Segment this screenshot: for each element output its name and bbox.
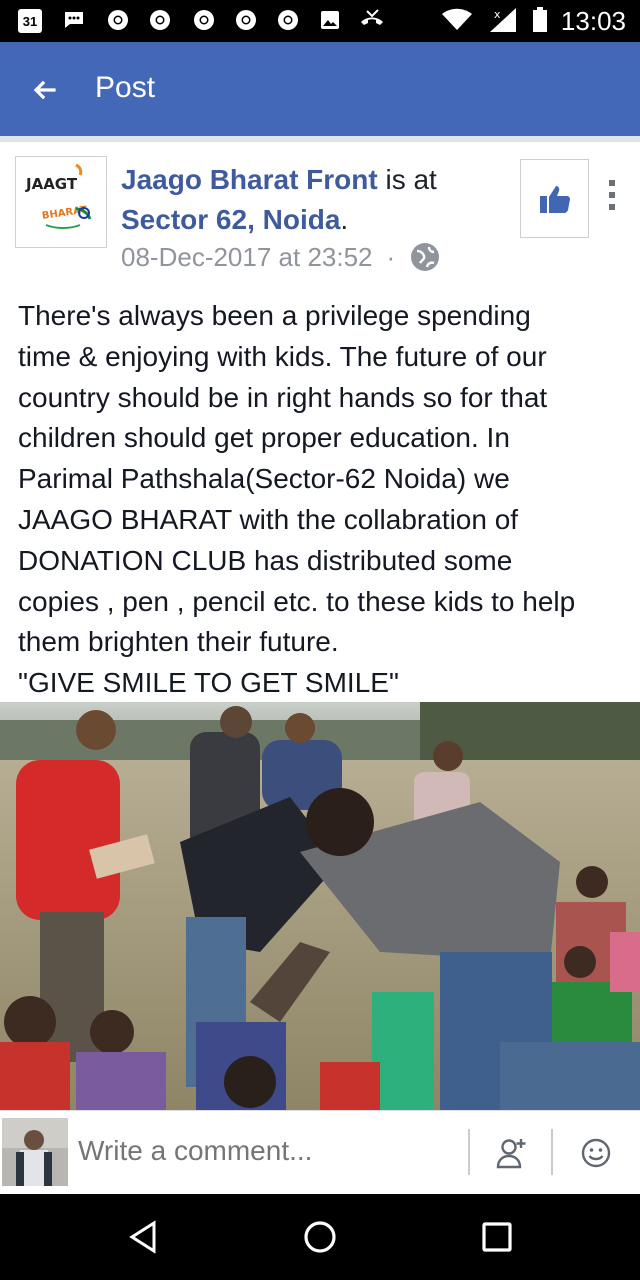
post-text-line: them brighten their future. bbox=[18, 626, 339, 658]
app-header: Post bbox=[0, 42, 640, 136]
comment-bar-divider bbox=[468, 1129, 470, 1175]
more-vertical-icon bbox=[609, 180, 615, 186]
smiley-icon bbox=[581, 1138, 611, 1168]
home-circle-icon bbox=[304, 1221, 336, 1253]
svg-text:x: x bbox=[494, 8, 501, 21]
clock: 13:03 bbox=[560, 6, 626, 36]
post-menu-button[interactable] bbox=[602, 170, 622, 220]
post-body: There's always been a privilege spending… bbox=[18, 296, 630, 704]
post-text-line: DONATION CLUB has distributed some bbox=[18, 544, 513, 576]
wifi-icon bbox=[440, 6, 474, 34]
user-avatar bbox=[2, 1118, 68, 1186]
like-page-button[interactable] bbox=[520, 159, 589, 238]
post-text-line: Parimal Pathshala(Sector-62 Noida) we bbox=[18, 463, 510, 495]
battery-icon bbox=[530, 6, 550, 34]
gallery-icon bbox=[316, 6, 344, 34]
post-text-line: time & enjoying with kids. The future of… bbox=[18, 340, 547, 372]
missed-call-icon bbox=[358, 6, 386, 34]
post-author-line: Jaago Bharat Front is at Sector 62, Noid… bbox=[121, 160, 501, 240]
post-photo[interactable] bbox=[0, 702, 640, 1110]
location-link[interactable]: Sector 62, Noida bbox=[121, 204, 340, 235]
calendar-icon: 31 bbox=[18, 9, 42, 33]
author-link[interactable]: Jaago Bharat Front bbox=[121, 164, 378, 195]
post-text-line: children should get proper education. In bbox=[18, 422, 510, 454]
jaago-bharat-logo: JAAGT BHARAT bbox=[16, 157, 106, 247]
chrome-icon bbox=[232, 6, 260, 34]
comment-input[interactable] bbox=[78, 1135, 458, 1167]
post-text-line: There's always been a privilege spending bbox=[18, 300, 531, 331]
emoji-button[interactable] bbox=[574, 1131, 618, 1175]
nav-recents-button[interactable] bbox=[472, 1212, 522, 1262]
chrome-icon bbox=[104, 6, 132, 34]
signal-icon: x bbox=[486, 6, 520, 34]
chrome-icon bbox=[146, 6, 174, 34]
comment-bar-divider bbox=[551, 1129, 553, 1175]
more-vertical-icon-dot bbox=[609, 204, 615, 210]
chrome-icon bbox=[274, 6, 302, 34]
post-text-line: country should be in right hands so for … bbox=[18, 381, 548, 413]
meta-separator: · bbox=[386, 241, 396, 272]
post-meta: 08-Dec-2017 at 23:52 · bbox=[121, 241, 441, 273]
back-button[interactable] bbox=[22, 70, 66, 110]
chat-bubble-icon bbox=[60, 6, 88, 34]
page-avatar[interactable]: JAAGT BHARAT bbox=[15, 156, 107, 248]
arrow-left-icon bbox=[33, 80, 56, 100]
post-text-line: copies , pen , pencil etc. to these kids… bbox=[18, 585, 576, 617]
header-divider bbox=[0, 136, 640, 142]
status-bar: 31 x 13:03 bbox=[0, 0, 640, 42]
tag-friend-button[interactable] bbox=[490, 1131, 534, 1175]
back-triangle-icon bbox=[129, 1220, 156, 1254]
recents-square-icon bbox=[482, 1222, 512, 1252]
page-title: Post bbox=[95, 71, 156, 104]
post-timestamp[interactable]: 08-Dec-2017 at 23:52 bbox=[121, 242, 373, 273]
post-text-line: "GIVE SMILE TO GET SMILE" bbox=[18, 667, 399, 699]
post-text-line: JAAGO BHARAT with the collabration of bbox=[18, 503, 519, 535]
more-vertical-icon-dot bbox=[609, 192, 615, 198]
location-suffix: . bbox=[340, 204, 349, 235]
thumbs-up-icon bbox=[539, 185, 570, 213]
system-nav-bar bbox=[0, 1194, 640, 1280]
globe-icon bbox=[409, 241, 441, 273]
add-friend-icon bbox=[496, 1139, 526, 1169]
svg-text:JAAGT: JAAGT bbox=[25, 175, 78, 193]
nav-home-button[interactable] bbox=[295, 1212, 345, 1262]
chrome-icon bbox=[190, 6, 218, 34]
comment-bar bbox=[0, 1110, 640, 1194]
nav-back-button[interactable] bbox=[118, 1212, 168, 1262]
author-connector: is at bbox=[377, 164, 437, 195]
